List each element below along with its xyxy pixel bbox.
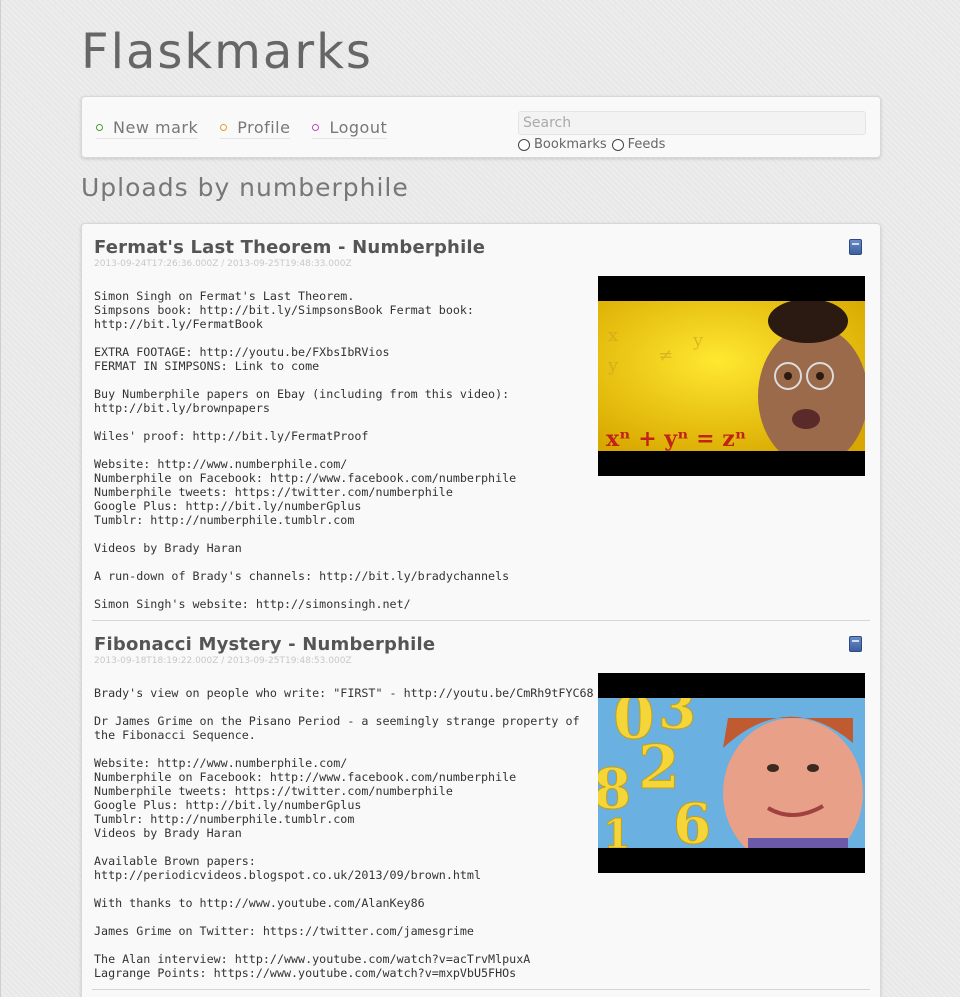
video-thumbnail[interactable]: 0 3 8 2 6 1 — [598, 673, 865, 873]
mark-description: Simon Singh on Fermat's Last Theorem. Si… — [94, 289, 517, 611]
pink-bullet-icon — [312, 124, 320, 131]
mark-item: Fermat's Last Theorem - Numberphile 2013… — [94, 237, 870, 617]
radio-feeds[interactable]: Feeds — [611, 137, 666, 152]
nav-new-mark-label: New mark — [113, 118, 199, 137]
nav-profile-link[interactable]: Profile — [220, 118, 291, 139]
page: Flaskmarks New mark Profile Logout Bookm… — [1, 0, 960, 997]
radio-feeds-label: Feeds — [627, 137, 666, 152]
mark-title[interactable]: Fermat's Last Theorem - Numberphile — [94, 237, 870, 258]
mark-title[interactable]: Fibonacci Mystery - Numberphile — [94, 634, 870, 655]
search-input[interactable] — [518, 111, 866, 135]
page-title: Uploads by numberphile — [81, 173, 409, 202]
svg-text:≠: ≠ — [658, 345, 673, 366]
navbar: New mark Profile Logout Bookmarks Feeds — [81, 96, 881, 158]
thumbnail-image: 0 3 8 2 6 1 — [598, 698, 865, 848]
svg-text:y: y — [692, 330, 704, 351]
book-icon[interactable] — [849, 239, 862, 255]
radio-feeds-circle[interactable] — [611, 138, 624, 151]
mark-description: Brady's view on people who write: "FIRST… — [94, 686, 594, 980]
fibonacci-thumbnail-graphic: 0 3 8 2 6 1 — [598, 698, 865, 848]
divider — [92, 989, 870, 990]
green-bullet-icon — [96, 124, 103, 131]
nav-logout-label: Logout — [329, 118, 388, 137]
svg-text:y: y — [607, 355, 619, 376]
mark-item: Fibonacci Mystery - Numberphile 2013-09-… — [94, 634, 870, 997]
svg-text:6: 6 — [673, 791, 711, 848]
nav-new-mark-link[interactable]: New mark — [96, 118, 199, 139]
nav-links: New mark Profile Logout — [96, 118, 409, 139]
radio-bookmarks-circle[interactable] — [518, 138, 530, 151]
thumbnail-equation: xⁿ + yⁿ = zⁿ — [606, 426, 746, 451]
nav-logout-link[interactable]: Logout — [312, 118, 388, 139]
brand-title[interactable]: Flaskmarks — [81, 24, 373, 80]
mark-dates: 2013-09-24T17:26:36.000Z / 2013-09-25T19… — [94, 259, 352, 269]
svg-text:x: x — [608, 325, 618, 346]
orange-bullet-icon — [220, 124, 228, 131]
thumbnail-image: xy ≠ y xⁿ + yⁿ = zⁿ — [598, 301, 865, 451]
mark-dates: 2013-09-18T18:19:22.000Z / 2013-09-25T19… — [94, 656, 352, 666]
marks-panel: Fermat's Last Theorem - Numberphile 2013… — [81, 223, 881, 997]
search-scope-radios: Bookmarks Feeds — [518, 137, 670, 152]
divider — [92, 620, 870, 621]
svg-text:1: 1 — [603, 811, 631, 848]
fermat-thumbnail-graphic: xy ≠y xⁿ + yⁿ = zⁿ — [598, 301, 865, 451]
nav-profile-label: Profile — [237, 118, 291, 137]
video-thumbnail[interactable]: xy ≠ y xⁿ + yⁿ = zⁿ — [598, 276, 865, 476]
book-icon[interactable] — [849, 636, 862, 652]
radio-bookmarks[interactable]: Bookmarks — [518, 137, 607, 152]
radio-bookmarks-label: Bookmarks — [534, 137, 607, 152]
